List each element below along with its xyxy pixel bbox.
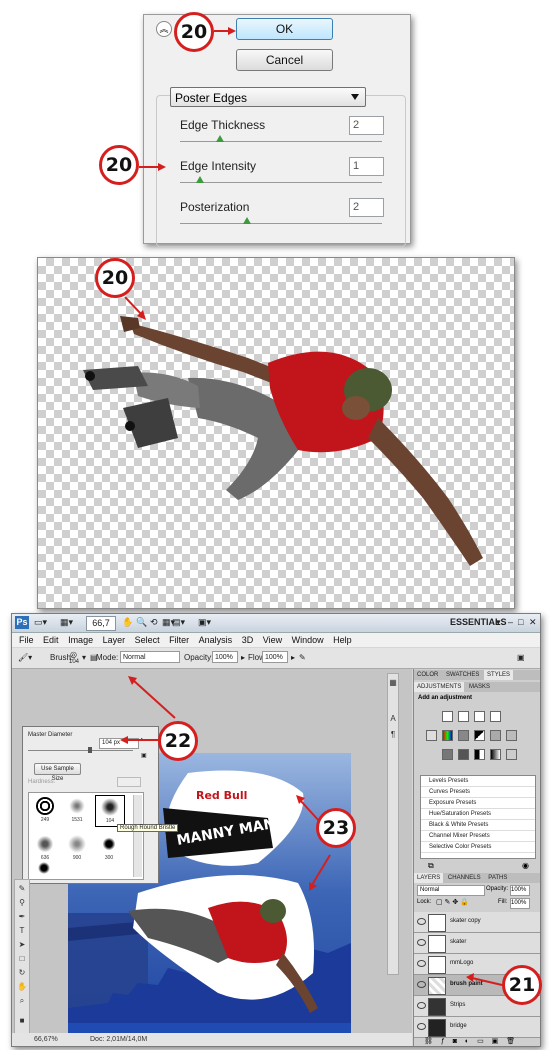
callout-arrows-bottom	[120, 676, 503, 986]
callout-brush-paint: 21	[502, 965, 542, 1005]
callout-arrow-skater	[124, 296, 146, 320]
callout-canvas: 23	[316, 808, 356, 848]
callout-arrows-top	[139, 27, 236, 171]
callout-brush-picker: 22	[158, 721, 198, 761]
